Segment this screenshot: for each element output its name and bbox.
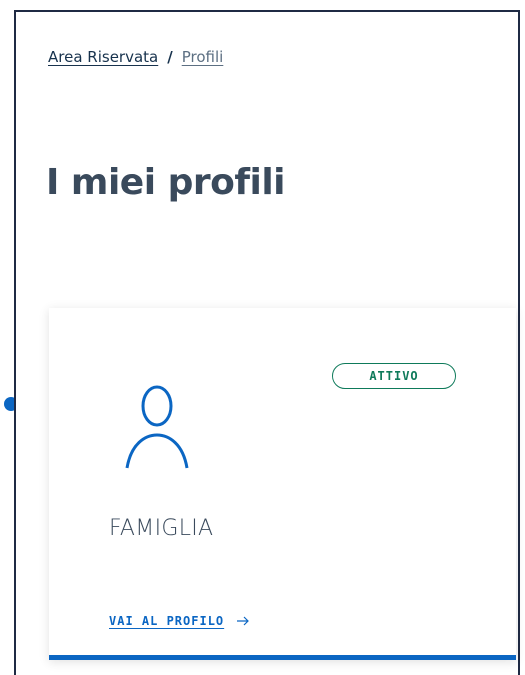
breadcrumb: Area Riservata / Profili [48, 48, 223, 66]
go-to-profile-link[interactable]: VAI AL PROFILO [109, 614, 250, 628]
page-frame: Area Riservata / Profili I miei profili AT… [14, 10, 520, 675]
page-title: I miei profili [46, 162, 286, 203]
profile-card: ATTIVO FAMIGLIA VAI AL PROFILO [49, 308, 516, 660]
breadcrumb-separator: / [167, 48, 173, 66]
status-badge: ATTIVO [332, 363, 456, 389]
user-icon [125, 385, 189, 469]
breadcrumb-area-riservata-link[interactable]: Area Riservata [48, 48, 158, 66]
breadcrumb-profili-link[interactable]: Profili [182, 48, 224, 66]
arrow-right-icon [237, 616, 250, 626]
profile-name: FAMIGLIA [109, 516, 214, 541]
go-to-profile-label: VAI AL PROFILO [109, 614, 225, 628]
